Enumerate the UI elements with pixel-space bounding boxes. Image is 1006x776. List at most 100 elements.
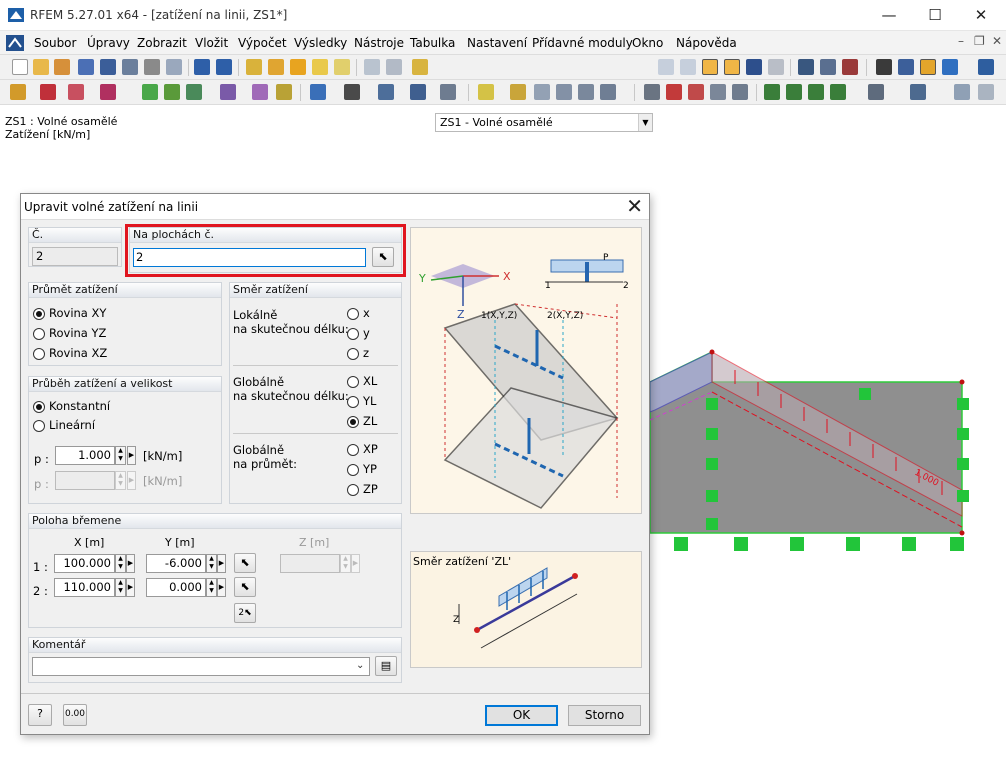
snap-icon[interactable] [898, 59, 914, 75]
radio-plane-xz[interactable] [33, 348, 45, 360]
menu-vysledky[interactable]: Výsledky [294, 36, 347, 50]
nodal-load-icon[interactable] [220, 84, 236, 100]
cross-section-icon[interactable] [440, 84, 456, 100]
object-snap-icon[interactable] [920, 59, 936, 75]
free-load-icon[interactable] [310, 84, 326, 100]
comment-icon[interactable] [510, 84, 526, 100]
radio-local-x[interactable] [347, 308, 359, 320]
help-button[interactable]: ? [28, 704, 52, 726]
save-all-icon[interactable] [100, 59, 116, 75]
radio-yp[interactable] [347, 464, 359, 476]
solid-icon[interactable] [186, 84, 202, 100]
y1-input[interactable]: -6.000 [146, 554, 206, 573]
node-icon[interactable] [10, 84, 26, 100]
member-results-icon[interactable] [820, 59, 836, 75]
ok-button[interactable]: OK [485, 705, 558, 726]
deformation-icon[interactable] [798, 59, 814, 75]
doc-window-icon[interactable] [6, 35, 24, 51]
isometric-icon[interactable] [868, 84, 884, 100]
dimension-icon[interactable] [478, 84, 494, 100]
view-z-icon[interactable] [808, 84, 824, 100]
mirror-icon[interactable] [710, 84, 726, 100]
p-arrow-button[interactable]: ▶ [127, 446, 136, 465]
radio-zp[interactable] [347, 484, 359, 496]
menu-tabulka[interactable]: Tabulka [410, 36, 455, 50]
scale-icon[interactable] [732, 84, 748, 100]
print-preview-icon[interactable] [166, 59, 182, 75]
edit-pencil-icon[interactable] [246, 59, 262, 75]
workplane-icon[interactable] [942, 59, 958, 75]
radio-plane-yz[interactable] [33, 328, 45, 340]
surface-icon[interactable] [100, 84, 116, 100]
units-button[interactable]: 0.00 [63, 704, 87, 726]
radio-plane-xy[interactable] [33, 308, 45, 320]
menu-napoveda[interactable]: Nápověda [676, 36, 737, 50]
x1-arrow-button[interactable]: ▶ [126, 554, 135, 573]
comment-input[interactable] [32, 657, 370, 676]
copy-icon[interactable] [644, 84, 660, 100]
window-select-icon[interactable] [334, 59, 350, 75]
y2-input[interactable]: 0.000 [146, 578, 206, 597]
guide-line-icon[interactable] [534, 84, 550, 100]
measure-icon[interactable] [954, 84, 970, 100]
x1-spinner[interactable]: ▲ ▼ [115, 554, 126, 573]
clipping-icon[interactable] [556, 84, 572, 100]
prev-load-case-icon[interactable] [658, 59, 674, 75]
p-spinner[interactable]: ▲ ▼ [115, 446, 126, 465]
pick-point2-button[interactable]: ⬉ [234, 577, 256, 597]
view-minus-x-icon[interactable] [830, 84, 846, 100]
chevron-down-icon[interactable]: ⌄ [356, 660, 364, 671]
open-project-icon[interactable] [54, 59, 70, 75]
doc-minimize-button[interactable]: – [958, 34, 964, 48]
pick-point1-button[interactable]: ⬉ [234, 553, 256, 573]
maximize-button[interactable]: ☐ [912, 0, 958, 31]
x2-spinner[interactable]: ▲ ▼ [115, 578, 126, 597]
y2-spinner[interactable]: ▲ ▼ [206, 578, 217, 597]
x2-arrow-button[interactable]: ▶ [126, 578, 135, 597]
menu-okno[interactable]: Okno [632, 36, 663, 50]
rotate-icon[interactable] [688, 84, 704, 100]
hinge-icon[interactable] [164, 84, 180, 100]
radio-yl[interactable] [347, 396, 359, 408]
grid-icon[interactable] [876, 59, 892, 75]
section-icon[interactable] [344, 84, 360, 100]
support-icon[interactable] [142, 84, 158, 100]
render-icon[interactable] [600, 84, 616, 100]
display-icon[interactable] [910, 84, 926, 100]
load-values-icon[interactable] [724, 59, 740, 75]
print-icon[interactable] [122, 59, 138, 75]
menu-vlozit[interactable]: Vložit [195, 36, 228, 50]
radio-xl[interactable] [347, 376, 359, 388]
doc-close-button[interactable]: ✕ [992, 34, 1002, 48]
radio-constant[interactable] [33, 401, 45, 413]
radio-linear[interactable] [33, 420, 45, 432]
surface-load-icon[interactable] [276, 84, 292, 100]
cancel-button[interactable]: Storno [568, 705, 641, 726]
settings-icon[interactable] [978, 59, 994, 75]
mesh-icon[interactable] [378, 84, 394, 100]
menu-pridavne-moduly[interactable]: Přídavné moduly [532, 36, 633, 50]
surface-results-icon[interactable] [842, 59, 858, 75]
menu-vypocet[interactable]: Výpočet [238, 36, 287, 50]
x1-input[interactable]: 100.000 [54, 554, 115, 573]
line-icon[interactable] [40, 84, 56, 100]
redo-icon[interactable] [216, 59, 232, 75]
show-loads-icon[interactable] [702, 59, 718, 75]
y1-arrow-button[interactable]: ▶ [217, 554, 226, 573]
menu-soubor[interactable]: Soubor [34, 36, 76, 50]
menu-upravy[interactable]: Úpravy [87, 36, 130, 50]
window-close-button[interactable]: ✕ [958, 0, 1004, 31]
new-file-icon[interactable] [12, 59, 28, 75]
member-load-icon[interactable] [252, 84, 268, 100]
comment-library-button[interactable]: ▤ [375, 656, 397, 676]
view-x-icon[interactable] [764, 84, 780, 100]
y1-spinner[interactable]: ▲ ▼ [206, 554, 217, 573]
dialog-close-button[interactable]: ✕ [626, 195, 643, 217]
material-icon[interactable] [410, 84, 426, 100]
radio-zl[interactable] [347, 416, 359, 428]
radio-local-y[interactable] [347, 328, 359, 340]
doc-restore-button[interactable]: ❐ [974, 34, 985, 48]
table-grid-icon[interactable] [386, 59, 402, 75]
pick-two-points-button[interactable]: 2⬉ [234, 603, 256, 623]
table-icon[interactable] [364, 59, 380, 75]
